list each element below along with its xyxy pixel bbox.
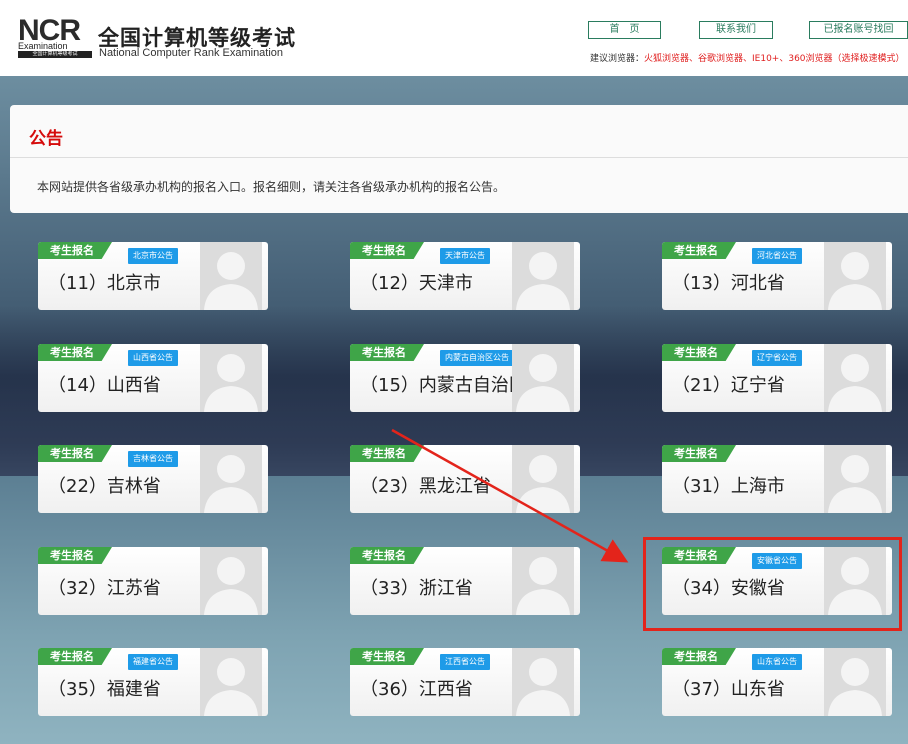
- avatar-placeholder-icon: [200, 648, 262, 716]
- province-card[interactable]: 考生报名 山东省公告 （37）山东省: [662, 648, 892, 716]
- province-card[interactable]: 考生报名 江西省公告 （36）江西省: [350, 648, 580, 716]
- browser-tip: 建议浏览器：火狐浏览器、谷歌浏览器、IE10+、360浏览器（选择极速模式）: [590, 51, 905, 64]
- province-card[interactable]: 考生报名 （33）浙江省: [350, 547, 580, 615]
- site-header: NCR Examination 全国计算机等级考试 全国计算机等级考试 Nati…: [0, 0, 908, 76]
- province-card[interactable]: 考生报名 吉林省公告 （22）吉林省: [38, 445, 268, 513]
- notice-title: 公告: [29, 129, 63, 149]
- avatar-placeholder-icon: [200, 344, 262, 412]
- province-notice-button[interactable]: 河北省公告: [752, 248, 802, 264]
- ncre-logo[interactable]: NCR Examination 全国计算机等级考试: [18, 14, 92, 58]
- province-name[interactable]: （21）辽宁省: [672, 371, 785, 397]
- province-name[interactable]: （11）北京市: [48, 269, 161, 295]
- province-name[interactable]: （37）山东省: [672, 675, 785, 701]
- highlight-box: [643, 537, 902, 631]
- avatar-placeholder-icon: [512, 242, 574, 310]
- province-name[interactable]: （33）浙江省: [360, 574, 473, 600]
- province-card[interactable]: 考生报名 （31）上海市: [662, 445, 892, 513]
- register-tag[interactable]: 考生报名: [350, 547, 424, 564]
- register-tag[interactable]: 考生报名: [662, 344, 736, 361]
- register-tag[interactable]: 考生报名: [38, 648, 112, 665]
- province-name[interactable]: （14）山西省: [48, 371, 161, 397]
- avatar-placeholder-icon: [824, 648, 886, 716]
- province-card[interactable]: 考生报名 辽宁省公告 （21）辽宁省: [662, 344, 892, 412]
- browser-tip-label: 建议浏览器：: [590, 54, 645, 64]
- province-name[interactable]: （13）河北省: [672, 269, 785, 295]
- province-card[interactable]: 考生报名 天津市公告 （12）天津市: [350, 242, 580, 310]
- site-title-en: National Computer Rank Examination: [99, 47, 284, 59]
- province-card[interactable]: 考生报名 河北省公告 （13）河北省: [662, 242, 892, 310]
- province-name[interactable]: （35）福建省: [48, 675, 161, 701]
- province-notice-button[interactable]: 吉林省公告: [128, 451, 178, 467]
- notice-panel: 公告 本网站提供各省级承办机构的报名入口。报名细则，请关注各省级承办机构的报名公…: [10, 105, 908, 213]
- province-notice-button[interactable]: 福建省公告: [128, 654, 178, 670]
- province-notice-button[interactable]: 山西省公告: [128, 350, 178, 366]
- register-tag[interactable]: 考生报名: [662, 445, 736, 462]
- province-name[interactable]: （22）吉林省: [48, 472, 161, 498]
- home-button[interactable]: 首 页: [588, 21, 661, 39]
- notice-text: 本网站提供各省级承办机构的报名入口。报名细则，请关注各省级承办机构的报名公告。: [37, 180, 506, 194]
- logo-strip: 全国计算机等级考试: [18, 51, 92, 58]
- province-name[interactable]: （32）江苏省: [48, 574, 161, 600]
- avatar-placeholder-icon: [200, 242, 262, 310]
- register-tag[interactable]: 考生报名: [662, 648, 736, 665]
- province-card[interactable]: 考生报名 福建省公告 （35）福建省: [38, 648, 268, 716]
- notice-header: 公告: [10, 105, 908, 158]
- avatar-placeholder-icon: [512, 344, 574, 412]
- avatar-placeholder-icon: [512, 445, 574, 513]
- province-notice-button[interactable]: 天津市公告: [440, 248, 490, 264]
- register-tag[interactable]: 考生报名: [662, 242, 736, 259]
- browser-tip-list: 火狐浏览器、谷歌浏览器、IE10+、360浏览器（选择极速模式）: [644, 54, 905, 64]
- avatar-placeholder-icon: [512, 648, 574, 716]
- province-notice-button[interactable]: 山东省公告: [752, 654, 802, 670]
- avatar-placeholder-icon: [824, 445, 886, 513]
- register-tag[interactable]: 考生报名: [38, 445, 112, 462]
- register-tag[interactable]: 考生报名: [38, 547, 112, 564]
- province-card[interactable]: 考生报名 （23）黑龙江省: [350, 445, 580, 513]
- province-card[interactable]: 考生报名 （32）江苏省: [38, 547, 268, 615]
- register-tag[interactable]: 考生报名: [38, 344, 112, 361]
- avatar-placeholder-icon: [200, 547, 262, 615]
- province-card[interactable]: 考生报名 北京市公告 （11）北京市: [38, 242, 268, 310]
- province-notice-button[interactable]: 内蒙古自治区公告: [440, 350, 514, 366]
- avatar-placeholder-icon: [824, 242, 886, 310]
- contact-button[interactable]: 联系我们: [699, 21, 773, 39]
- register-tag[interactable]: 考生报名: [350, 344, 424, 361]
- account-recovery-button[interactable]: 已报名账号找回: [809, 21, 908, 39]
- register-tag[interactable]: 考生报名: [350, 242, 424, 259]
- register-tag[interactable]: 考生报名: [38, 242, 112, 259]
- register-tag[interactable]: 考生报名: [350, 445, 424, 462]
- province-card[interactable]: 考生报名 山西省公告 （14）山西省: [38, 344, 268, 412]
- province-name[interactable]: （23）黑龙江省: [360, 472, 491, 498]
- logo-sub: Examination: [18, 41, 68, 51]
- avatar-placeholder-icon: [512, 547, 574, 615]
- province-name[interactable]: （15）内蒙古自治区: [360, 371, 527, 397]
- province-card[interactable]: 考生报名 内蒙古自治区公告 （15）内蒙古自治区: [350, 344, 580, 412]
- province-notice-button[interactable]: 江西省公告: [440, 654, 490, 670]
- province-name[interactable]: （31）上海市: [672, 472, 785, 498]
- register-tag[interactable]: 考生报名: [350, 648, 424, 665]
- province-notice-button[interactable]: 北京市公告: [128, 248, 178, 264]
- avatar-placeholder-icon: [200, 445, 262, 513]
- province-name[interactable]: （12）天津市: [360, 269, 473, 295]
- province-notice-button[interactable]: 辽宁省公告: [752, 350, 802, 366]
- avatar-placeholder-icon: [824, 344, 886, 412]
- province-name[interactable]: （36）江西省: [360, 675, 473, 701]
